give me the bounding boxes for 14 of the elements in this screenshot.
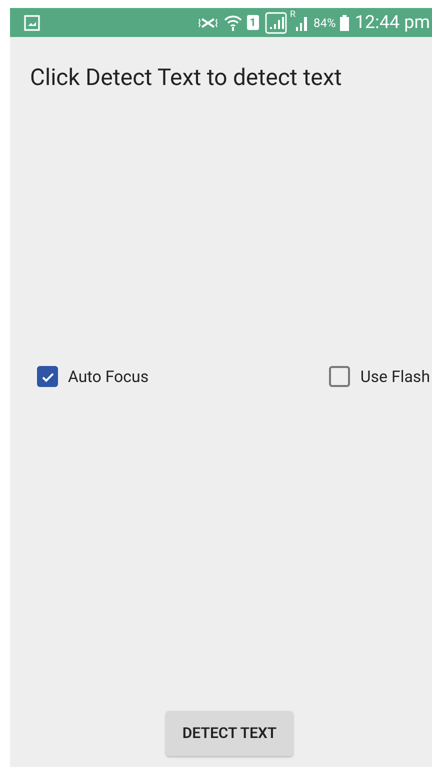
checkbox[interactable]: Use Flash bbox=[329, 364, 430, 388]
mute-icon bbox=[198, 16, 218, 30]
checkbox[interactable]: Auto Focus bbox=[37, 364, 149, 388]
detect-text-button[interactable]: DETECT TEXT bbox=[166, 711, 293, 756]
signal-icon bbox=[264, 12, 287, 34]
wifi-icon bbox=[224, 14, 242, 32]
signal-icon bbox=[296, 14, 308, 30]
roaming-label: R bbox=[290, 11, 296, 20]
battery-percent: 84% bbox=[314, 14, 336, 32]
image-icon bbox=[24, 14, 40, 30]
page-title: Click Detect Text to detect text bbox=[30, 63, 343, 93]
clock: 12:44 pm bbox=[354, 11, 430, 35]
battery-icon bbox=[340, 14, 349, 30]
sim-slot-label: 1 bbox=[246, 15, 259, 30]
